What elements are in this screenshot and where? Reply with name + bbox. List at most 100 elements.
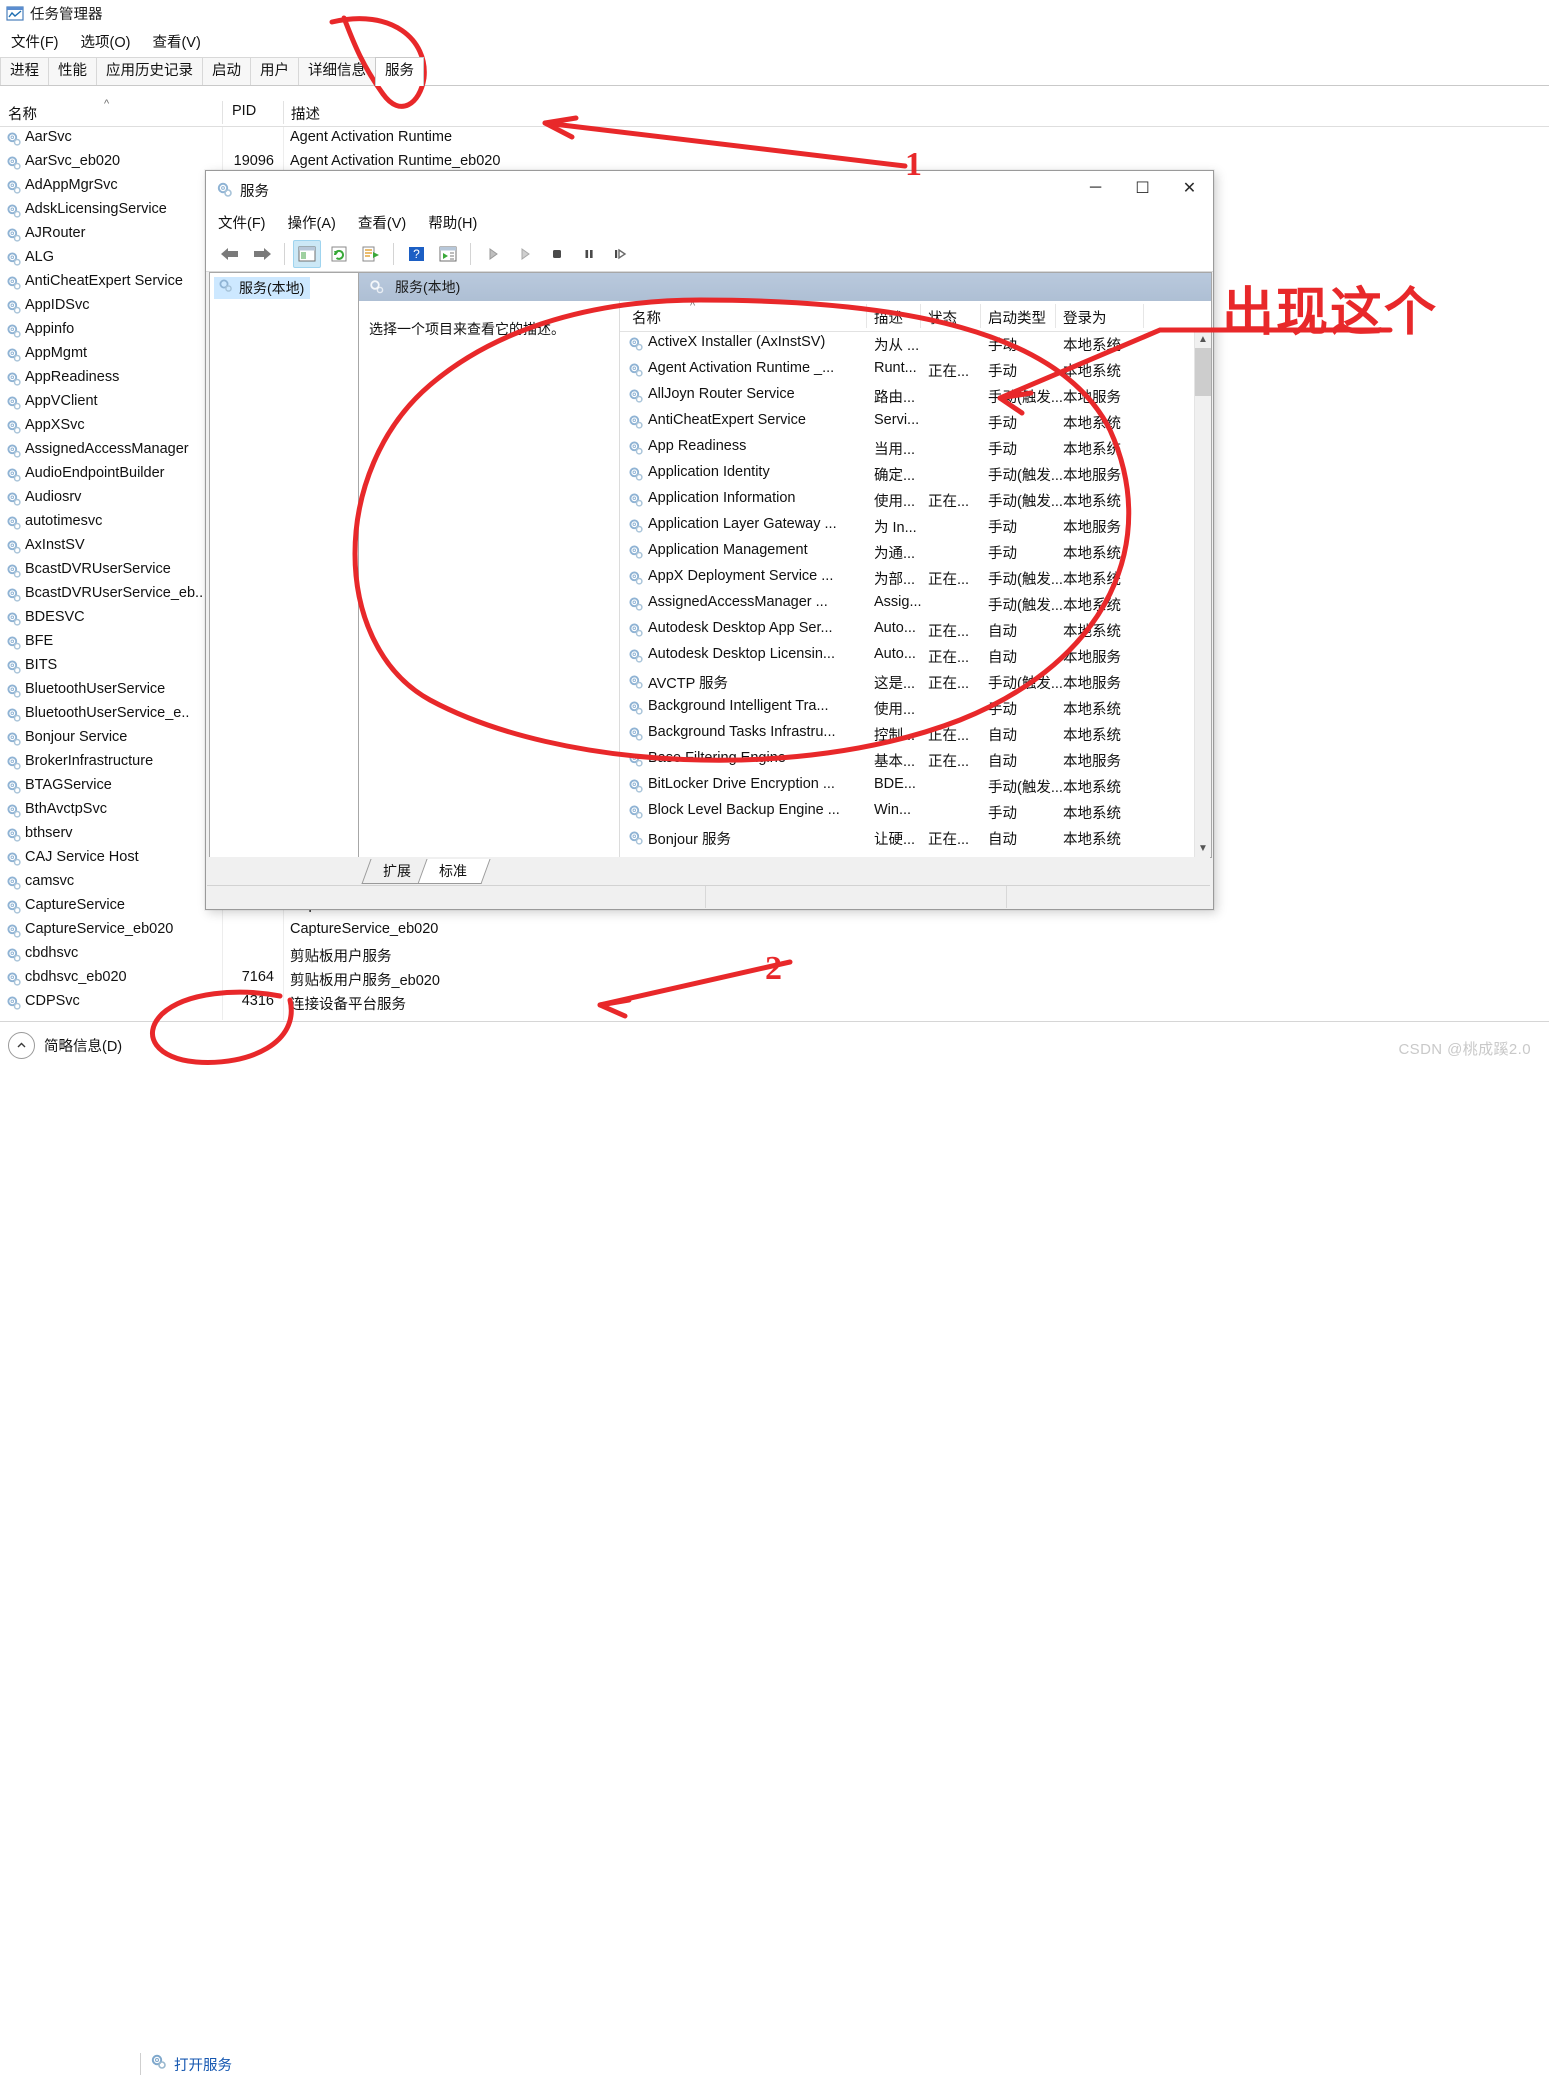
table-row[interactable]: App Readiness 当用... 手动 本地系统 <box>620 435 1195 461</box>
table-row[interactable]: AllJoyn Router Service 路由... 手动(触发... 本地服务 <box>620 383 1195 409</box>
menu-options[interactable]: 选项(O) <box>81 31 131 52</box>
back-arrow-icon[interactable] <box>216 240 244 268</box>
show-hide-action-pane-icon[interactable] <box>434 240 462 268</box>
close-button[interactable]: ✕ <box>1166 171 1213 204</box>
table-row[interactable]: AarSvc Agent Activation Runtime <box>0 127 1549 151</box>
tab-standard-label: 标准 <box>439 863 467 879</box>
table-row[interactable]: Block Level Backup Engine ... Win... 手动 本地系… <box>620 799 1195 825</box>
task-manager-tabbar: 进程 性能 应用历史记录 启动 用户 详细信息 服务 <box>0 56 1549 86</box>
table-row[interactable]: Autodesk Desktop Licensin... Auto... 正在...… <box>620 643 1195 669</box>
column-header-description[interactable]: 描述 <box>291 103 320 124</box>
row-service-name: BDESVC <box>25 609 85 625</box>
open-services-link[interactable]: 打开服务 <box>150 2053 232 2075</box>
services-menu-view[interactable]: 查看(V) <box>358 212 406 233</box>
tab-standard[interactable]: 标准 <box>417 859 491 884</box>
col-name[interactable]: 名称 <box>632 307 661 328</box>
table-row[interactable]: ActiveX Installer (AxInstSV) 为从 ... 手动 本地系统 <box>620 331 1195 357</box>
row-status: 正在... <box>928 364 970 380</box>
table-row[interactable]: AntiCheatExpert Service Servi... 手动 本地系统 <box>620 409 1195 435</box>
tree-item-services-local[interactable]: 服务(本地) <box>214 277 311 299</box>
table-row[interactable]: BitLocker Drive Encryption ... BDE... 手动(触… <box>620 773 1195 799</box>
row-service-name: Application Management <box>648 542 808 558</box>
table-row[interactable]: AppX Deployment Service ... 为部... 正在... 手动(… <box>620 565 1195 591</box>
table-row[interactable]: Application Layer Gateway ... 为 In... 手动 本地… <box>620 513 1195 539</box>
row-startup-type: 手动 <box>988 520 1017 536</box>
fewer-details-button[interactable]: 简略信息(D) <box>8 1032 122 1059</box>
minimize-button[interactable]: ─ <box>1072 171 1119 204</box>
stop-service-icon[interactable] <box>543 240 571 268</box>
table-row[interactable]: AssignedAccessManager ... Assig... 手动(触发..… <box>620 591 1195 617</box>
scroll-down-arrow-icon[interactable]: ▼ <box>1195 840 1211 857</box>
table-row[interactable]: CaptureService_eb020 CaptureService_eb020 <box>0 919 1549 943</box>
scroll-up-arrow-icon[interactable]: ▲ <box>1195 331 1211 348</box>
statusbar-divider <box>140 2053 141 2075</box>
menu-file[interactable]: 文件(F) <box>11 31 59 52</box>
row-status: 正在... <box>928 832 970 848</box>
row-service-name: ALG <box>25 249 55 265</box>
menu-view[interactable]: 查看(V) <box>152 31 200 52</box>
services-listview[interactable]: 名称 ^ 描述 状态 启动类型 登录为 ActiveX Installer (A… <box>619 300 1211 857</box>
services-menubar: 文件(F) 操作(A) 查看(V) 帮助(H) <box>206 207 1213 237</box>
export-list-icon[interactable] <box>357 240 385 268</box>
scrollbar-thumb[interactable] <box>1195 348 1211 396</box>
result-pane-header: 服务(本地) <box>359 273 1211 301</box>
table-row[interactable]: CDPSvc 4316 连接设备平台服务 <box>0 991 1549 1015</box>
service-gear-icon <box>628 492 644 508</box>
table-row[interactable]: Base Filtering Engine 基本... 正在... 自动 本地服务 <box>620 747 1195 773</box>
table-row[interactable]: Autodesk Desktop App Ser... Auto... 正在... 自… <box>620 617 1195 643</box>
table-row[interactable]: Background Intelligent Tra... 使用... 手动 本地系统 <box>620 695 1195 721</box>
maximize-button[interactable]: ☐ <box>1119 171 1166 204</box>
tab-users[interactable]: 用户 <box>250 57 299 85</box>
tab-services[interactable]: 服务 <box>375 57 424 86</box>
row-service-name: Base Filtering Engine <box>648 750 786 766</box>
service-gear-icon <box>628 648 644 664</box>
refresh-icon[interactable] <box>325 240 353 268</box>
restart-service-icon[interactable] <box>607 240 635 268</box>
tab-app-history[interactable]: 应用历史记录 <box>96 57 203 85</box>
col-logon-as[interactable]: 登录为 <box>1063 307 1107 328</box>
services-titlebar[interactable]: 服务 ─ ☐ ✕ <box>206 171 1213 207</box>
chevron-up-circle-icon <box>8 1032 35 1059</box>
services-listview-rows[interactable]: ActiveX Installer (AxInstSV) 为从 ... 手动 本地系统… <box>620 331 1195 857</box>
col-description[interactable]: 描述 <box>874 307 903 328</box>
table-row[interactable]: Application Identity 确定... 手动(触发... 本地服务 <box>620 461 1195 487</box>
service-gear-icon <box>6 635 22 651</box>
table-row[interactable]: Background Tasks Infrastru... 控制... 正在... 自… <box>620 721 1195 747</box>
start-service-icon[interactable] <box>479 240 507 268</box>
services-window[interactable]: 服务 ─ ☐ ✕ 文件(F) 操作(A) 查看(V) 帮助(H) ? 服务(本地… <box>205 170 1214 910</box>
table-row[interactable]: cbdhsvc 剪贴板用户服务 <box>0 943 1549 967</box>
services-menu-file[interactable]: 文件(F) <box>218 212 266 233</box>
service-gear-icon <box>6 731 22 747</box>
row-startup-type: 手动(触发... <box>988 390 1063 406</box>
services-menu-help[interactable]: 帮助(H) <box>428 212 477 233</box>
row-service-name: BcastDVRUserService <box>25 561 171 577</box>
services-view-tabs: 扩展 标准 <box>209 857 1210 885</box>
column-header-name[interactable]: 名称 <box>8 103 37 124</box>
column-header-pid[interactable]: PID <box>232 103 256 119</box>
forward-arrow-icon[interactable] <box>248 240 276 268</box>
tab-details[interactable]: 详细信息 <box>298 57 376 85</box>
show-hide-console-tree-icon[interactable] <box>293 240 321 268</box>
table-row[interactable]: AVCTP 服务 这是... 正在... 手动(触发... 本地服务 <box>620 669 1195 695</box>
pause-service-icon[interactable] <box>575 240 603 268</box>
services-menu-action[interactable]: 操作(A) <box>288 212 336 233</box>
table-row[interactable]: cbdhsvc_eb020 7164 剪贴板用户服务_eb020 <box>0 967 1549 991</box>
tab-performance[interactable]: 性能 <box>48 57 97 85</box>
tab-processes[interactable]: 进程 <box>0 57 49 85</box>
services-listview-scrollbar[interactable]: ▲ ▼ <box>1194 331 1211 857</box>
table-row[interactable]: Agent Activation Runtime _... Runt... 正在..… <box>620 357 1195 383</box>
col-status[interactable]: 状态 <box>928 307 957 328</box>
tab-startup[interactable]: 启动 <box>202 57 251 85</box>
resume-service-icon[interactable] <box>511 240 539 268</box>
table-row[interactable]: Application Information 使用... 正在... 手动(触发..… <box>620 487 1195 513</box>
table-row[interactable]: Application Management 为通... 手动 本地系统 <box>620 539 1195 565</box>
col-startup-type[interactable]: 启动类型 <box>988 307 1046 328</box>
help-icon[interactable]: ? <box>402 240 430 268</box>
result-pane-title: 服务(本地) <box>395 279 461 295</box>
row-service-name: Background Tasks Infrastru... <box>648 724 836 740</box>
row-service-name: Block Level Backup Engine ... <box>648 802 840 818</box>
service-gear-icon <box>628 336 644 352</box>
task-manager-column-header: 名称 PID 描述 <box>0 99 1549 127</box>
table-row[interactable]: Bonjour 服务 让硬... 正在... 自动 本地系统 <box>620 825 1195 851</box>
service-gear-icon <box>628 544 644 560</box>
